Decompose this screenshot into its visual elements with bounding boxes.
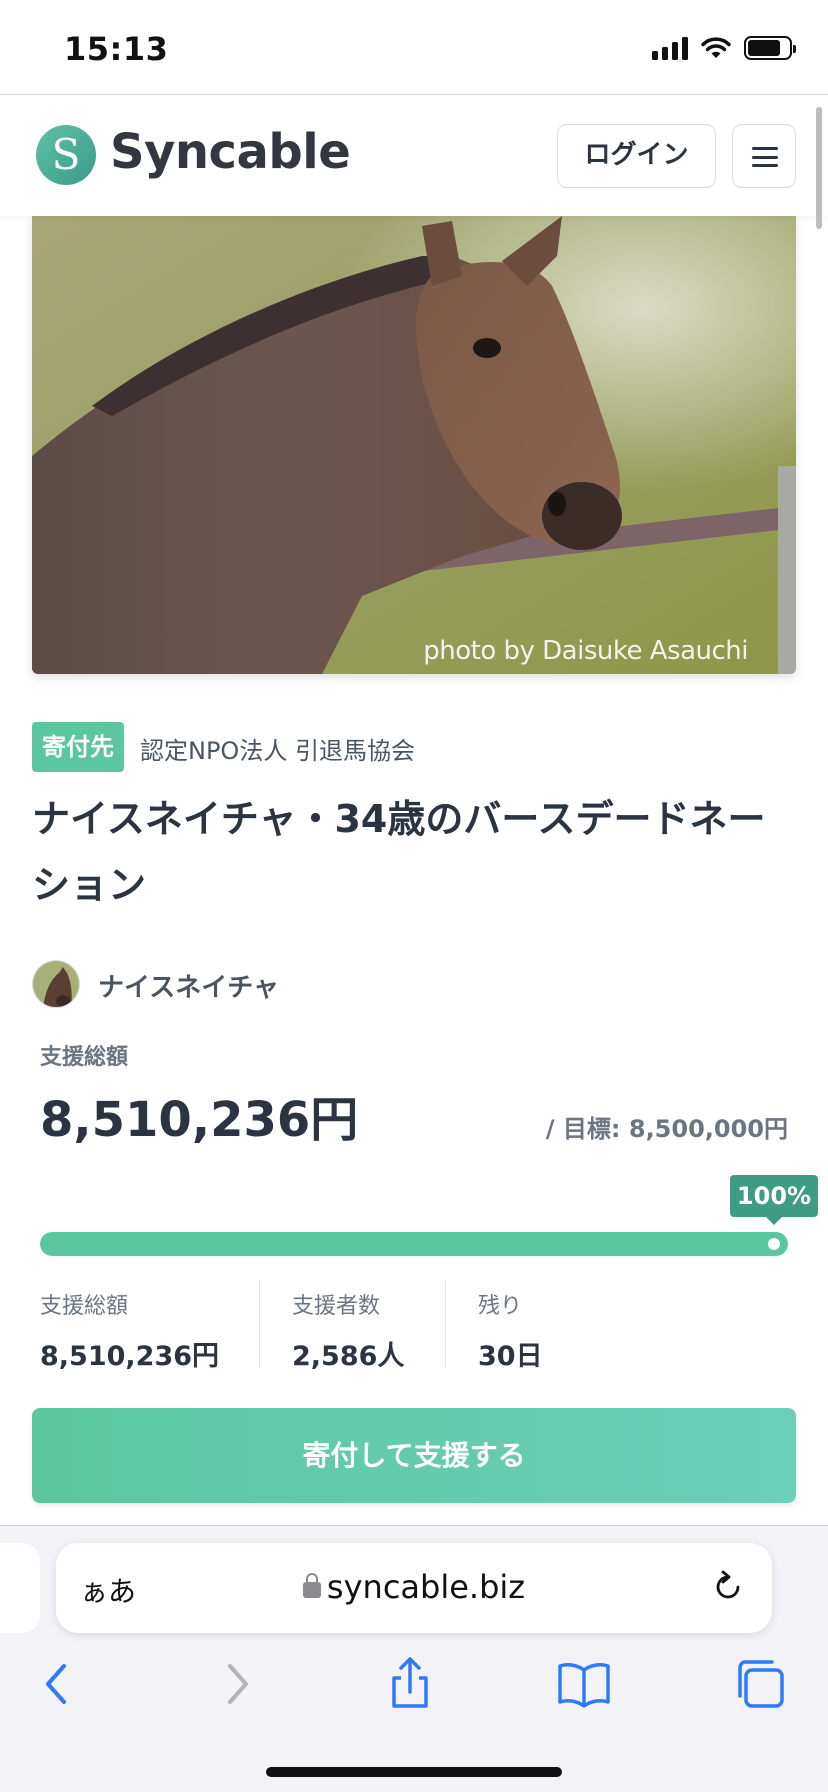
scrollbar[interactable] — [816, 107, 822, 229]
donate-button[interactable]: 寄付して支援する — [32, 1408, 796, 1503]
wifi-icon — [701, 37, 731, 58]
tabs-icon[interactable] — [732, 1656, 788, 1712]
funding-stats: 支援総額 8,510,236円 支援者数 2,586人 残り 30日 — [40, 1280, 595, 1372]
url-display[interactable]: syncable.biz — [56, 1568, 772, 1606]
progress-bar — [40, 1232, 788, 1256]
menu-button[interactable] — [732, 124, 796, 188]
address-bar[interactable]: ぁあ syncable.biz — [56, 1543, 772, 1633]
hero-photo: photo by Daisuke Asauchi — [32, 216, 796, 674]
browser-toolbar — [0, 1656, 828, 1732]
progress-marker — [768, 1238, 780, 1250]
progress-bar-fill — [40, 1232, 788, 1256]
battery-icon — [744, 36, 796, 60]
avatar-name[interactable]: ナイスネイチャ — [98, 967, 279, 1004]
bookmarks-icon[interactable] — [556, 1656, 612, 1712]
total-amount: 8,510,236円 — [40, 1092, 359, 1148]
logo-text[interactable]: Syncable — [110, 124, 351, 180]
stat-value: 8,510,236円 — [40, 1341, 220, 1372]
browser-chrome: ぁあ syncable.biz — [0, 1525, 828, 1792]
stat-total: 支援総額 8,510,236円 — [40, 1280, 259, 1372]
stat-supporters: 支援者数 2,586人 — [259, 1280, 445, 1372]
total-amount-label: 支援総額 — [40, 1045, 129, 1070]
stat-value: 2,586人 — [292, 1341, 405, 1372]
project-title: ナイスネイチャ・34歳のバースデードネーション — [32, 797, 766, 907]
login-button[interactable]: ログイン — [557, 124, 716, 188]
reload-icon[interactable] — [708, 1567, 748, 1607]
previous-tab-preview[interactable] — [0, 1543, 40, 1633]
lock-icon — [302, 1573, 321, 1598]
goal-amount: / 目標: 8,500,000円 — [545, 1115, 788, 1143]
menu-icon — [752, 147, 778, 167]
stat-label: 支援者数 — [292, 1294, 381, 1319]
stat-remaining: 残り 30日 — [445, 1280, 595, 1372]
stat-label: 支援総額 — [40, 1294, 129, 1319]
stat-label: 残り — [478, 1294, 523, 1319]
share-icon[interactable] — [382, 1656, 438, 1712]
status-icons — [652, 36, 796, 60]
donation-target-badge: 寄付先 — [32, 722, 124, 772]
stat-value: 30日 — [478, 1341, 543, 1372]
forward-icon[interactable] — [208, 1656, 264, 1712]
syncable-logo-icon[interactable]: S — [36, 125, 96, 185]
site-header: S Syncable ログイン — [0, 96, 828, 216]
avatar[interactable] — [32, 960, 80, 1008]
organization-name[interactable]: 認定NPO法人 引退馬協会 — [140, 731, 415, 766]
status-time: 15:13 — [64, 30, 169, 68]
home-indicator — [266, 1767, 562, 1777]
status-bar: 15:13 — [0, 0, 828, 95]
photo-credit: photo by Daisuke Asauchi — [423, 636, 748, 666]
url-text: syncable.biz — [326, 1568, 526, 1606]
progress-percent-badge: 100% — [730, 1175, 818, 1225]
horse-photo — [32, 216, 796, 674]
back-icon[interactable] — [30, 1656, 86, 1712]
cellular-signal-icon — [652, 36, 688, 60]
